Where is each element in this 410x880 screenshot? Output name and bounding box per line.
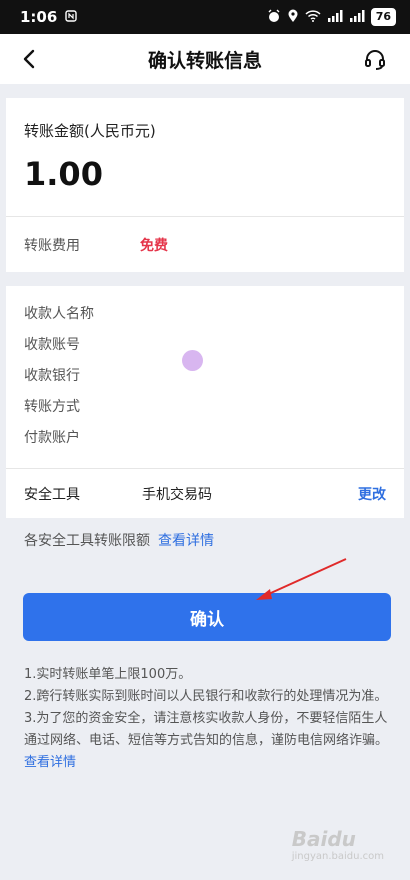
payee-card: 收款人名称 收款账号 收款银行 转账方式 付款账户	[6, 286, 404, 468]
confirm-button[interactable]: 确认	[23, 593, 391, 641]
payer-account-label: 付款账户	[24, 430, 80, 446]
status-right: 76	[267, 8, 396, 26]
baidu-watermark: Baidu jingyan.baidu.com	[292, 827, 384, 862]
transfer-method-label: 转账方式	[24, 399, 80, 415]
status-left: 1:06	[20, 8, 78, 26]
signal-icon	[327, 9, 343, 25]
payee-name-label: 收款人名称	[24, 306, 94, 322]
amount-label: 转账金额(人民币元)	[24, 122, 156, 140]
note-2: 2.跨行转账实际到账时间以人民银行和收款行的处理情况为准。	[24, 689, 388, 704]
customer-service-button[interactable]	[360, 44, 390, 74]
note-1: 1.实时转账单笔上限100万。	[24, 667, 192, 682]
headset-icon	[365, 50, 385, 70]
limit-text: 各安全工具转账限额	[24, 533, 150, 549]
limit-info: 各安全工具转账限额 查看详情	[24, 530, 214, 550]
amount-card: 转账金额(人民币元) 1.00	[6, 98, 404, 216]
notes-details-link[interactable]: 查看详情	[24, 755, 76, 770]
fee-row: 转账费用 免费	[6, 216, 404, 272]
security-tool-value: 手机交易码	[142, 486, 212, 503]
wifi-icon	[305, 9, 321, 25]
battery-icon: 76	[370, 8, 396, 26]
security-tool-label: 安全工具	[24, 486, 80, 503]
security-tool-row: 安全工具 手机交易码 更改	[6, 468, 404, 518]
back-button[interactable]	[14, 44, 44, 74]
notes-section: 1.实时转账单笔上限100万。 2.跨行转账实际到账时间以人民银行和收款行的处理…	[24, 664, 396, 774]
limit-details-link[interactable]: 查看详情	[158, 533, 214, 549]
chevron-left-icon	[23, 49, 35, 69]
status-time: 1:06	[20, 8, 58, 26]
change-security-tool-link[interactable]: 更改	[358, 484, 386, 504]
signal-icon-2	[349, 9, 365, 25]
nfc-icon	[65, 8, 78, 26]
watermark-sub: jingyan.baidu.com	[291, 851, 384, 862]
fee-value: 免费	[140, 237, 168, 254]
note-3: 3.为了您的资金安全，请注意核实收款人身份，不要轻信陌生人通过网络、电话、短信等…	[24, 708, 396, 774]
payee-bank-label: 收款银行	[24, 368, 80, 384]
payee-account-label: 收款账号	[24, 337, 80, 353]
alarm-icon	[267, 9, 281, 26]
note-3-text: 3.为了您的资金安全，请注意核实收款人身份，不要轻信陌生人通过网络、电话、短信等…	[24, 711, 389, 748]
touch-indicator	[182, 350, 203, 371]
status-bar: 1:06 76	[0, 0, 410, 34]
amount-value: 1.00	[24, 155, 103, 193]
location-icon	[287, 9, 299, 26]
page-title: 确认转账信息	[147, 49, 262, 72]
top-gap	[0, 84, 410, 98]
nav-bar: 确认转账信息	[0, 34, 410, 84]
fee-label: 转账费用	[24, 237, 80, 254]
watermark-brand: Baidu	[291, 827, 356, 851]
